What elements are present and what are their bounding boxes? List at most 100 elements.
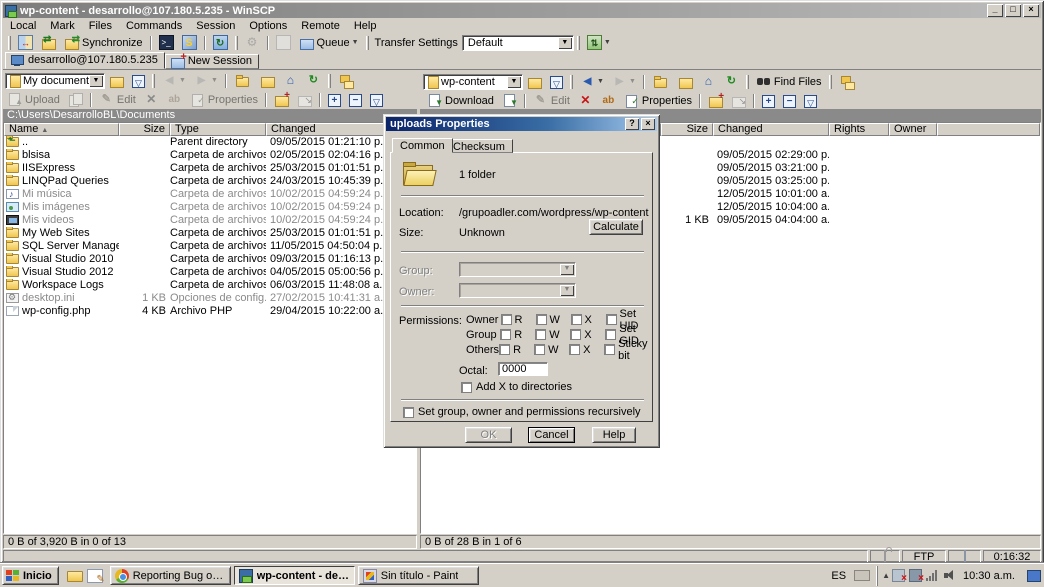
permission-checkbox[interactable] [501, 314, 512, 325]
queue-file-button[interactable] [272, 33, 295, 52]
show-hidden-icons-arrow[interactable]: ▲ [882, 571, 890, 580]
left-new-folder-button[interactable] [270, 90, 293, 109]
permission-checkbox[interactable] [500, 329, 511, 340]
preferences-button[interactable]: ⚙ [241, 33, 264, 52]
permission-checkbox[interactable] [571, 314, 582, 325]
left-open-directory-button[interactable] [105, 71, 128, 90]
combo-dropdown-button[interactable]: ▼ [89, 75, 103, 87]
menu-item[interactable]: Local [3, 20, 43, 33]
synchronize-browsing-button[interactable] [37, 33, 60, 52]
toolbar-grip[interactable] [328, 74, 331, 88]
left-copy-button[interactable] [64, 90, 87, 109]
permission-checkbox[interactable] [535, 329, 546, 340]
transfer-settings-combo[interactable]: Default ▼ [462, 35, 574, 51]
menu-item[interactable]: Remote [294, 20, 347, 33]
right-delete-button[interactable]: ✕ [574, 91, 597, 110]
left-edit-button[interactable]: ✎Edit [95, 90, 140, 109]
right-root-directory-button[interactable] [674, 72, 697, 91]
file-row[interactable]: My Web Sites Carpeta de archivos 25/03/2… [4, 227, 416, 240]
show-desktop-button[interactable] [1027, 570, 1041, 582]
menu-item[interactable]: Options [242, 20, 294, 33]
keyboard-icon[interactable] [854, 570, 870, 581]
left-drive-combo[interactable]: My documents ▼ [5, 73, 105, 89]
volume-icon[interactable] [943, 569, 956, 582]
ok-button[interactable]: OK [465, 427, 512, 443]
right-rename-button[interactable]: ab [597, 91, 620, 110]
right-selection-filter-button[interactable] [800, 91, 821, 110]
menu-item[interactable]: Session [189, 20, 242, 33]
file-row[interactable]: Workspace Logs Carpeta de archivos 06/03… [4, 279, 416, 292]
file-row[interactable]: wp-config.php 4 KB Archivo PHP 29/04/201… [4, 305, 416, 318]
file-row[interactable]: .. Parent directory 09/05/2015 01:21:10 … [4, 136, 416, 149]
refresh-panels-button[interactable]: ↻ [209, 33, 232, 52]
left-unselect-button[interactable]: − [345, 90, 366, 109]
recursive-checkbox-row[interactable]: Set group, owner and permissions recursi… [403, 406, 641, 418]
owner-combo[interactable]: ▼ [459, 283, 576, 298]
left-select-button[interactable]: + [324, 90, 345, 109]
file-row[interactable]: desktop.ini 1 KB Opciones de config... 2… [4, 292, 416, 305]
file-row[interactable]: Visual Studio 2012 Carpeta de archivos 0… [4, 266, 416, 279]
upload-button[interactable]: Upload [3, 90, 64, 109]
file-row[interactable]: Mis videos Carpeta de archivos 10/02/201… [4, 214, 416, 227]
right-back-button[interactable]: ◀▼ [576, 72, 608, 91]
right-edit-button[interactable]: ✎Edit [529, 91, 574, 110]
left-filter-button[interactable] [128, 71, 149, 90]
dialog-help-button[interactable]: ? [625, 118, 639, 130]
left-root-directory-button[interactable] [256, 71, 279, 90]
calculate-button[interactable]: Calculate [589, 219, 643, 235]
right-home-directory-button[interactable]: ⌂ [697, 72, 720, 91]
right-properties-button[interactable]: Properties [620, 91, 696, 110]
combo-dropdown-button[interactable]: ▼ [507, 76, 521, 88]
left-properties-button[interactable]: Properties [186, 90, 262, 109]
column-header-owner[interactable]: Owner [889, 123, 937, 136]
left-tree-button[interactable] [334, 71, 357, 90]
file-row[interactable]: Mi música Carpeta de archivos 10/02/2015… [4, 188, 416, 201]
left-home-directory-button[interactable]: ⌂ [279, 71, 302, 90]
file-row[interactable]: Mis imágenes Carpeta de archivos 10/02/2… [4, 201, 416, 214]
clock[interactable]: 10:30 a.m. [958, 570, 1020, 582]
file-row[interactable]: blsisa Carpeta de archivos 02/05/2015 02… [4, 149, 416, 162]
left-go-to-directory-button[interactable] [293, 90, 316, 109]
left-refresh-button[interactable]: ↻ [302, 71, 325, 90]
open-terminal-button[interactable]: >_ [155, 33, 178, 52]
cancel-button[interactable]: Cancel [528, 427, 575, 443]
new-session-tab[interactable]: New Session [165, 54, 259, 69]
minimize-button[interactable]: _ [987, 4, 1003, 17]
file-row[interactable]: IISExpress Carpeta de archivos 25/03/201… [4, 162, 416, 175]
right-copy-button[interactable] [498, 91, 521, 110]
tab-common[interactable]: Common [392, 138, 453, 153]
start-button[interactable]: Inicio [2, 566, 59, 585]
right-filter-button[interactable] [546, 72, 567, 91]
file-row[interactable]: SQL Server Manageme... Carpeta de archiv… [4, 240, 416, 253]
column-header-changed[interactable]: Changed [713, 123, 829, 136]
toolbar-grip[interactable] [829, 75, 832, 89]
close-button[interactable]: × [1023, 4, 1039, 17]
permission-checkbox[interactable] [570, 329, 581, 340]
transfer-options-button[interactable]: ⇅▼ [583, 33, 615, 52]
left-delete-button[interactable]: ✕ [140, 90, 163, 109]
help-button[interactable]: Help [592, 427, 636, 443]
dialog-close-button[interactable]: × [641, 118, 655, 130]
compare-directories-button[interactable]: ↔ [14, 33, 37, 52]
session-tab-active[interactable]: desarrollo@107.180.5.235 [5, 52, 165, 69]
toolbar-grip[interactable] [577, 36, 580, 50]
tray-network-icon[interactable]: × [892, 569, 905, 582]
right-tree-button[interactable] [835, 72, 858, 91]
permission-checkbox[interactable] [536, 314, 547, 325]
quick-launch-notepad-icon[interactable] [87, 569, 103, 583]
right-parent-directory-button[interactable] [648, 72, 674, 91]
left-parent-directory-button[interactable] [230, 71, 256, 90]
left-rename-button[interactable]: ab [163, 90, 186, 109]
menu-item[interactable]: Help [347, 20, 384, 33]
dialog-title-bar[interactable]: uploads Properties ? × [386, 117, 657, 131]
download-button[interactable]: Download [423, 91, 498, 110]
taskbar-task[interactable]: Sin título - Paint [358, 566, 479, 585]
menu-item[interactable]: Commands [119, 20, 189, 33]
toolbar-grip[interactable] [235, 36, 238, 50]
title-bar[interactable]: wp-content - desarrollo@107.180.5.235 - … [3, 3, 1041, 18]
synchronize-button[interactable]: Synchronize [60, 33, 147, 52]
left-path-bar[interactable]: C:\Users\DesarrolloBL\Documents [3, 109, 417, 122]
language-indicator[interactable]: ES [827, 568, 850, 584]
column-header-size[interactable]: Size [661, 123, 713, 136]
toolbar-grip[interactable] [746, 75, 749, 89]
